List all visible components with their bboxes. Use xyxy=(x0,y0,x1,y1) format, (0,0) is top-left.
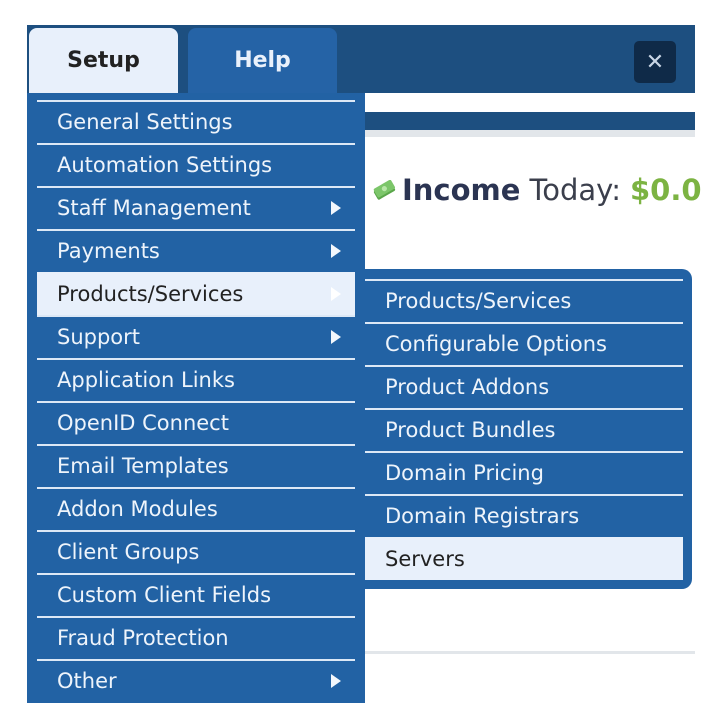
submenu-item-label: Configurable Options xyxy=(385,331,607,356)
money-icon xyxy=(373,180,396,200)
close-icon: ✕ xyxy=(645,49,665,75)
menu-item-label: General Settings xyxy=(57,109,233,134)
submenu-item-label: Product Bundles xyxy=(385,417,556,442)
secondary-nav-shadow xyxy=(365,130,695,137)
chevron-right-icon xyxy=(331,329,341,344)
chevron-right-icon xyxy=(331,673,341,688)
submenu-item-servers[interactable]: Servers xyxy=(365,537,683,580)
menu-item-label: Products/Services xyxy=(57,281,244,306)
menu-item-support[interactable]: Support xyxy=(37,315,355,358)
income-period: Today: xyxy=(529,173,621,207)
content-divider xyxy=(365,651,695,654)
income-today-widget: Income Today: $0.0 xyxy=(372,168,702,212)
menu-item-label: Staff Management xyxy=(57,195,251,220)
chevron-right-icon xyxy=(331,243,341,258)
menu-item-other[interactable]: Other xyxy=(37,659,355,702)
submenu-item-label: Products/Services xyxy=(385,288,572,313)
setup-dropdown-menu: General Settings Automation Settings Sta… xyxy=(27,93,365,703)
menu-item-email-templates[interactable]: Email Templates xyxy=(37,444,355,487)
menu-item-label: Custom Client Fields xyxy=(57,582,272,607)
products-services-submenu: Products/Services Configurable Options P… xyxy=(365,269,692,589)
menu-item-label: Email Templates xyxy=(57,453,229,478)
close-button[interactable]: ✕ xyxy=(634,41,676,83)
submenu-item-configurable-options[interactable]: Configurable Options xyxy=(365,322,683,365)
menu-item-custom-client-fields[interactable]: Custom Client Fields xyxy=(37,573,355,616)
menu-item-label: Other xyxy=(57,668,117,693)
income-label: Income xyxy=(402,173,521,207)
menu-item-label: Automation Settings xyxy=(57,152,273,177)
submenu-item-domain-registrars[interactable]: Domain Registrars xyxy=(365,494,683,537)
menu-item-label: Payments xyxy=(57,238,160,263)
menu-item-label: OpenID Connect xyxy=(57,410,229,435)
submenu-item-domain-pricing[interactable]: Domain Pricing xyxy=(365,451,683,494)
submenu-item-label: Domain Registrars xyxy=(385,503,580,528)
tab-help[interactable]: Help xyxy=(188,28,337,93)
menu-item-label: Application Links xyxy=(57,367,235,392)
submenu-item-product-bundles[interactable]: Product Bundles xyxy=(365,408,683,451)
submenu-item-products-services[interactable]: Products/Services xyxy=(365,279,683,322)
menu-item-application-links[interactable]: Application Links xyxy=(37,358,355,401)
submenu-item-product-addons[interactable]: Product Addons xyxy=(365,365,683,408)
income-value: $0.0 xyxy=(629,173,702,207)
submenu-item-label: Servers xyxy=(385,546,465,571)
menu-item-staff-management[interactable]: Staff Management xyxy=(37,186,355,229)
submenu-item-label: Domain Pricing xyxy=(385,460,544,485)
menu-item-label: Support xyxy=(57,324,141,349)
chevron-right-icon xyxy=(331,286,341,301)
menu-item-automation-settings[interactable]: Automation Settings xyxy=(37,143,355,186)
submenu-item-label: Product Addons xyxy=(385,374,550,399)
menu-item-openid-connect[interactable]: OpenID Connect xyxy=(37,401,355,444)
menu-item-products-services[interactable]: Products/Services xyxy=(37,272,355,315)
menu-item-client-groups[interactable]: Client Groups xyxy=(37,530,355,573)
tab-setup[interactable]: Setup xyxy=(29,28,178,93)
menu-item-label: Addon Modules xyxy=(57,496,218,521)
menu-item-label: Client Groups xyxy=(57,539,200,564)
menu-item-label: Fraud Protection xyxy=(57,625,229,650)
secondary-nav-bar xyxy=(365,112,695,130)
menu-item-addon-modules[interactable]: Addon Modules xyxy=(37,487,355,530)
chevron-right-icon xyxy=(331,200,341,215)
menu-item-general-settings[interactable]: General Settings xyxy=(37,100,355,143)
menu-item-fraud-protection[interactable]: Fraud Protection xyxy=(37,616,355,659)
menu-item-payments[interactable]: Payments xyxy=(37,229,355,272)
